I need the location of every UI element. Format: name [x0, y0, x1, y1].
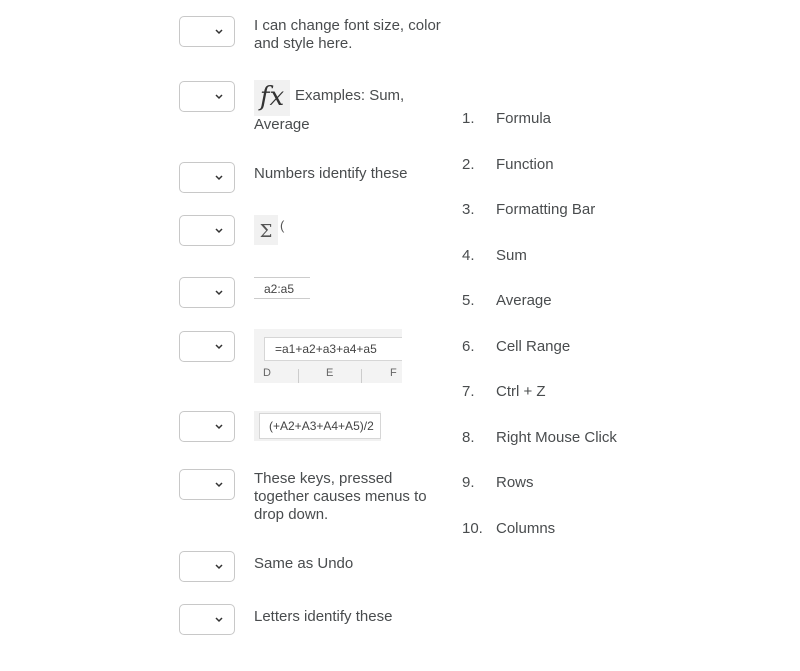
chevron-down-icon: [215, 290, 223, 296]
answer-number: 9.: [462, 474, 475, 491]
answer-label: Ctrl + Z: [496, 383, 546, 400]
chevron-down-icon: [215, 482, 223, 488]
column-divider: [361, 369, 362, 383]
answer-label: Formula: [496, 110, 552, 127]
sigma-icon: Σ: [254, 215, 278, 245]
answer-label: Columns: [496, 520, 556, 537]
prompt-text-continued: Average: [254, 116, 310, 133]
answer-label: Sum: [496, 247, 527, 264]
column-header: F: [390, 367, 397, 379]
column-header: E: [326, 367, 334, 379]
chevron-down-icon: [215, 29, 223, 35]
fx-icon: fx: [254, 80, 290, 116]
answer-label: Cell Range: [496, 338, 571, 355]
answer-select[interactable]: [179, 551, 235, 582]
answer-select[interactable]: [179, 331, 235, 362]
answer-number: 7.: [462, 383, 475, 400]
answer-label: Right Mouse Click: [496, 429, 617, 446]
sigma-paren: (: [280, 218, 285, 233]
chevron-down-icon: [215, 228, 223, 234]
formula-text: =a1+a2+a3+a4+a5: [264, 337, 402, 361]
answer-number: 6.: [462, 338, 475, 355]
chevron-down-icon: [215, 424, 223, 430]
answer-select[interactable]: [179, 411, 235, 442]
average-formula-image: (+A2+A3+A4+A5)/2: [254, 411, 381, 441]
answer-select[interactable]: [179, 16, 235, 47]
chevron-down-icon: [215, 175, 223, 181]
answer-select[interactable]: [179, 215, 235, 246]
answer-label: Formatting Bar: [496, 201, 596, 218]
answer-number: 8.: [462, 429, 475, 446]
prompt-text: I can change font size, color and style …: [254, 17, 441, 52]
prompt-text: Letters identify these: [254, 608, 393, 625]
formula-text: (+A2+A3+A4+A5)/2: [259, 413, 381, 439]
cell-range-image: a2:a5: [254, 277, 310, 299]
column-divider: [298, 369, 299, 383]
formula-bar-image: =a1+a2+a3+a4+a5 D E F: [254, 329, 402, 383]
chevron-down-icon: [215, 564, 223, 570]
answer-number: 3.: [462, 201, 475, 218]
chevron-down-icon: [215, 94, 223, 100]
answer-number: 10.: [462, 520, 483, 537]
answer-select[interactable]: [179, 604, 235, 635]
answer-select[interactable]: [179, 469, 235, 500]
prompt-text: Numbers identify these: [254, 165, 408, 182]
answer-select[interactable]: [179, 81, 235, 112]
prompt-text: Examples: Sum,: [295, 87, 405, 104]
chevron-down-icon: [215, 617, 223, 623]
answer-select[interactable]: [179, 162, 235, 193]
prompt-text: Same as Undo: [254, 555, 354, 572]
prompt-text: These keys, pressed together causes menu…: [254, 470, 427, 523]
answer-label: Function: [496, 156, 554, 173]
answer-label: Rows: [496, 474, 534, 491]
answer-number: 5.: [462, 292, 475, 309]
answer-label: Average: [496, 292, 552, 309]
answer-number: 2.: [462, 156, 475, 173]
answer-number: 1.: [462, 110, 475, 127]
column-header: D: [263, 367, 271, 379]
chevron-down-icon: [215, 344, 223, 350]
answer-select[interactable]: [179, 277, 235, 308]
answer-number: 4.: [462, 247, 475, 264]
